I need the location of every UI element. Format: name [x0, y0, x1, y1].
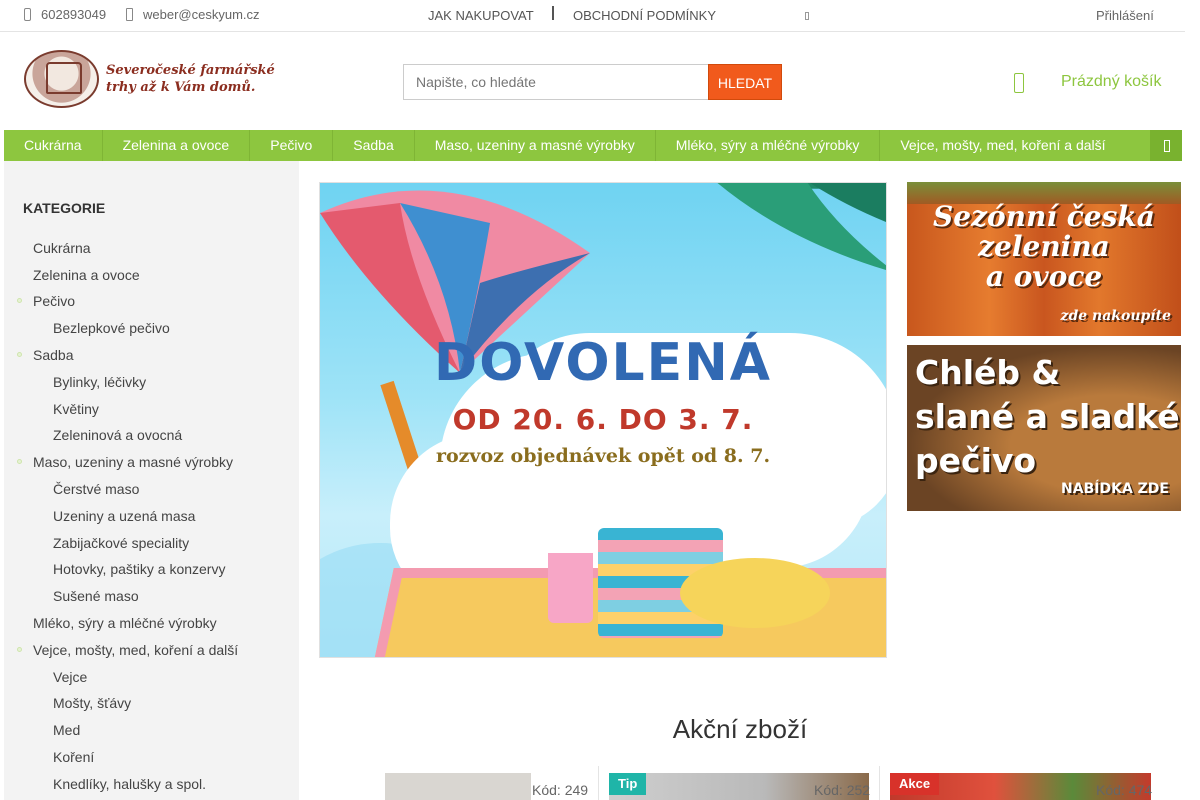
- category-bezlepkove[interactable]: Bezlepkové pečivo: [53, 320, 170, 336]
- category-kvetiny[interactable]: Květiny: [53, 401, 99, 417]
- category-sidebar: KATEGORIE Cukrárna Zelenina a ovoce Peči…: [4, 161, 299, 800]
- search-bar: HLEDAT: [403, 64, 782, 100]
- cart-icon[interactable]: [1014, 73, 1024, 93]
- category-cukrarna[interactable]: Cukrárna: [33, 240, 91, 256]
- akce-badge: Akce: [890, 773, 940, 795]
- sun-hat-icon: [680, 558, 830, 628]
- category-zeleninova[interactable]: Zeleninová a ovocná: [53, 427, 182, 443]
- banner-note: rozvoz objednávek opět od 8. 7.: [435, 445, 771, 467]
- vegetables-banner-line3: a ovoce: [985, 260, 1103, 293]
- nav-item-maso[interactable]: Maso, uzeniny a masné výrobky: [415, 130, 656, 161]
- vegetables-banner-cta: zde nakoupíte: [1060, 308, 1171, 324]
- category-mosty[interactable]: Mošty, šťávy: [53, 695, 131, 711]
- main-nav: Cukrárna Zelenina a ovoce Pečivo Sadba M…: [4, 130, 1182, 161]
- top-bar: 602893049 weber@ceskyum.cz JAK NAKUPOVAT…: [0, 0, 1185, 32]
- menu-icon[interactable]: [1150, 130, 1182, 161]
- expand-bullet-icon[interactable]: [17, 647, 22, 652]
- search-input[interactable]: [403, 64, 708, 100]
- category-vejce-mosty[interactable]: Vejce, mošty, med, koření a další: [33, 642, 238, 658]
- category-uzeniny[interactable]: Uzeniny a uzená masa: [53, 508, 195, 524]
- bread-banner-line3: pečivo: [915, 441, 1037, 480]
- category-vejce[interactable]: Vejce: [53, 669, 87, 685]
- category-susene-maso[interactable]: Sušené maso: [53, 588, 139, 604]
- category-pecivo[interactable]: Pečivo: [33, 293, 75, 309]
- nav-item-vejce[interactable]: Vejce, mošty, med, koření a další: [880, 130, 1125, 161]
- product-card[interactable]: Akce Kód: 474: [879, 766, 1161, 800]
- globe-icon[interactable]: [805, 12, 809, 20]
- nav-item-sadba[interactable]: Sadba: [333, 130, 415, 161]
- category-zelenina[interactable]: Zelenina a ovoce: [33, 267, 140, 283]
- bread-banner-line2: slané a sladké: [915, 397, 1180, 436]
- nav-item-zelenina[interactable]: Zelenina a ovoce: [103, 130, 251, 161]
- bread-banner-cta: NABÍDKA ZDE: [1061, 481, 1169, 497]
- drink-icon: [548, 553, 593, 623]
- bread-banner-line1: Chléb &: [915, 353, 1061, 392]
- banner-dates: OD 20. 6. DO 3. 7.: [452, 403, 754, 436]
- phone-icon: [24, 8, 31, 21]
- tip-badge: Tip: [609, 773, 647, 795]
- category-bylinky[interactable]: Bylinky, léčivky: [53, 374, 146, 390]
- category-sadba[interactable]: Sadba: [33, 347, 73, 363]
- site-logo[interactable]: Severočeské farmářské trhy až k Vám domů…: [24, 50, 275, 110]
- phone-number: 602893049: [41, 7, 107, 22]
- category-koreni[interactable]: Koření: [53, 749, 94, 765]
- category-med[interactable]: Med: [53, 722, 80, 738]
- logo-emblem-icon: [24, 50, 99, 108]
- sidebar-heading: KATEGORIE: [23, 200, 106, 216]
- category-hotovky[interactable]: Hotovky, paštiky a konzervy: [53, 561, 225, 577]
- cart-link[interactable]: Prázdný košík: [1061, 73, 1161, 91]
- vegetables-banner[interactable]: Sezónní česká zelenina a ovoce zde nakou…: [907, 182, 1181, 336]
- nav-item-cukrarna[interactable]: Cukrárna: [4, 130, 103, 161]
- how-to-buy-link[interactable]: JAK NAKUPOVAT: [428, 8, 534, 23]
- vegetables-banner-line2: zelenina: [978, 230, 1110, 263]
- category-zabijackove[interactable]: Zabijačkové speciality: [53, 535, 189, 551]
- logo-text-line2: trhy až k Vám domů.: [106, 80, 256, 95]
- login-link[interactable]: Přihlášení: [1096, 8, 1154, 23]
- nav-item-mleko[interactable]: Mléko, sýry a mléčné výrobky: [656, 130, 881, 161]
- category-mleko[interactable]: Mléko, sýry a mléčné výrobky: [33, 615, 217, 631]
- category-cerstve-maso[interactable]: Čerstvé maso: [53, 481, 139, 497]
- phone-contact[interactable]: 602893049: [24, 7, 106, 22]
- email-contact[interactable]: weber@ceskyum.cz: [126, 7, 260, 22]
- logo-text-line1: Severočeské farmářské: [106, 63, 275, 78]
- expand-bullet-icon[interactable]: [17, 298, 22, 303]
- nav-item-pecivo[interactable]: Pečivo: [250, 130, 334, 161]
- email-address: weber@ceskyum.cz: [143, 7, 260, 22]
- promo-section-title: Akční zboží: [672, 714, 808, 744]
- vegetables-banner-line1: Sezónní česká: [933, 200, 1155, 233]
- divider: [552, 6, 554, 20]
- bread-banner[interactable]: Chléb & slané a sladké pečivo NABÍDKA ZD…: [907, 345, 1181, 511]
- expand-bullet-icon[interactable]: [17, 459, 22, 464]
- product-card[interactable]: Tip Kód: 252: [598, 766, 879, 800]
- product-card[interactable]: Kód: 249: [319, 766, 598, 800]
- search-button[interactable]: HLEDAT: [708, 64, 782, 100]
- holiday-banner[interactable]: DOVOLENÁ OD 20. 6. DO 3. 7. rozvoz objed…: [319, 182, 887, 658]
- terms-link[interactable]: OBCHODNÍ PODMÍNKY: [573, 8, 716, 23]
- category-knedliky[interactable]: Knedlíky, halušky a spol.: [53, 776, 206, 792]
- banner-title: DOVOLENÁ: [434, 333, 772, 393]
- product-code: Kód: 474: [1096, 782, 1153, 798]
- expand-bullet-icon[interactable]: [17, 352, 22, 357]
- product-image[interactable]: [385, 773, 531, 800]
- product-code: Kód: 252: [814, 782, 871, 798]
- category-maso[interactable]: Maso, uzeniny a masné výrobky: [33, 454, 233, 470]
- product-code: Kód: 249: [532, 782, 589, 798]
- mail-icon: [126, 8, 133, 21]
